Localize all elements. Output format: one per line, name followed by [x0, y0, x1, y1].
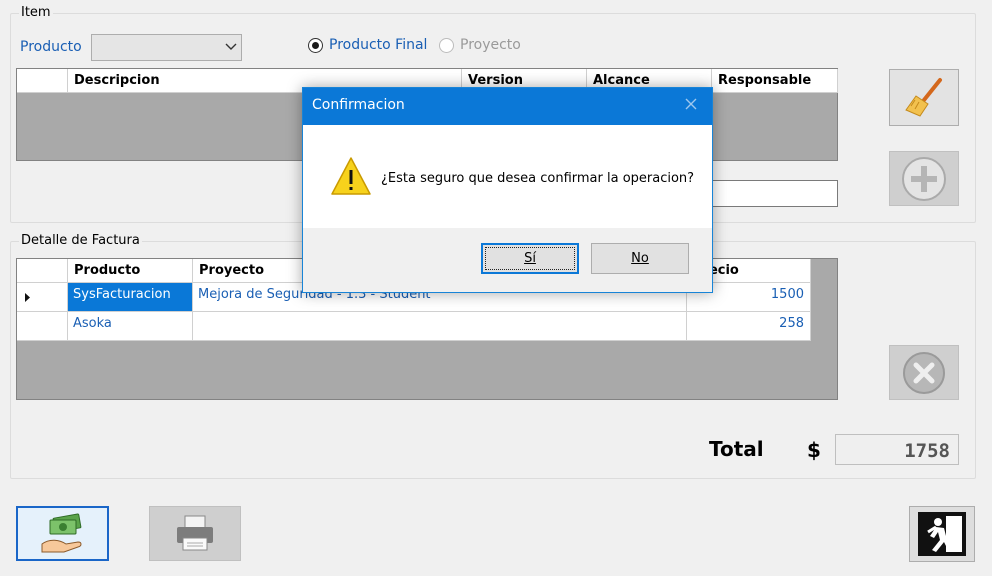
yes-button[interactable]: Sí [481, 243, 579, 274]
printer-icon [177, 515, 213, 550]
emergency-exit-icon [918, 512, 966, 556]
radio-producto-final[interactable]: Producto Final [308, 37, 427, 53]
row-header-corner [17, 69, 68, 93]
exit-button[interactable] [909, 506, 975, 562]
radio-dot [439, 37, 454, 53]
remove-button[interactable] [889, 345, 959, 400]
confirm-dialog: Confirmacion ¿Esta seguro que desea conf… [302, 87, 713, 293]
money-hand-icon [41, 513, 81, 552]
total-label: Total [709, 437, 764, 461]
currency-symbol: $ [807, 438, 821, 462]
dialog-title: Confirmacion [312, 97, 405, 113]
table-cell-precio[interactable]: 258 [687, 312, 811, 341]
table-cell-producto[interactable]: SysFacturacion [68, 283, 193, 312]
item-text-input[interactable] [708, 180, 838, 207]
total-value: 1758 [835, 434, 959, 465]
broom-icon [905, 77, 942, 117]
producto-combo[interactable] [91, 34, 242, 61]
add-button[interactable] [889, 151, 959, 206]
col-responsable[interactable]: Responsable [712, 69, 838, 93]
radio-proyecto-label: Proyecto [460, 37, 521, 53]
close-icon[interactable] [684, 95, 698, 116]
radio-producto-final-label: Producto Final [329, 37, 428, 53]
dialog-titlebar[interactable]: Confirmacion [303, 88, 712, 125]
producto-label: Producto [20, 39, 82, 55]
x-circle-icon [903, 351, 945, 394]
item-group-title: Item [19, 5, 53, 20]
no-button[interactable]: No [591, 243, 689, 274]
clear-button[interactable] [889, 69, 959, 126]
row-header[interactable] [17, 312, 68, 341]
row-header-corner [17, 259, 68, 283]
pay-button[interactable] [16, 506, 109, 561]
print-button[interactable] [149, 506, 241, 561]
no-button-label: No [631, 251, 649, 266]
row-header-current[interactable] [17, 283, 68, 312]
radio-dot-checked [308, 37, 323, 53]
row-pointer-icon [25, 293, 30, 302]
warning-icon [331, 157, 371, 195]
yes-button-label: Sí [524, 251, 536, 266]
col-producto[interactable]: Producto [68, 259, 193, 283]
radio-proyecto[interactable]: Proyecto [439, 37, 521, 53]
chevron-down-icon [225, 40, 237, 54]
plus-circle-icon [902, 156, 946, 201]
table-cell-producto[interactable]: Asoka [68, 312, 193, 341]
detalle-group-title: Detalle de Factura [19, 233, 142, 248]
dialog-footer: Sí No [303, 228, 712, 292]
table-cell-proyecto[interactable] [193, 312, 687, 341]
dialog-message: ¿Esta seguro que desea confirmar la oper… [381, 171, 695, 186]
